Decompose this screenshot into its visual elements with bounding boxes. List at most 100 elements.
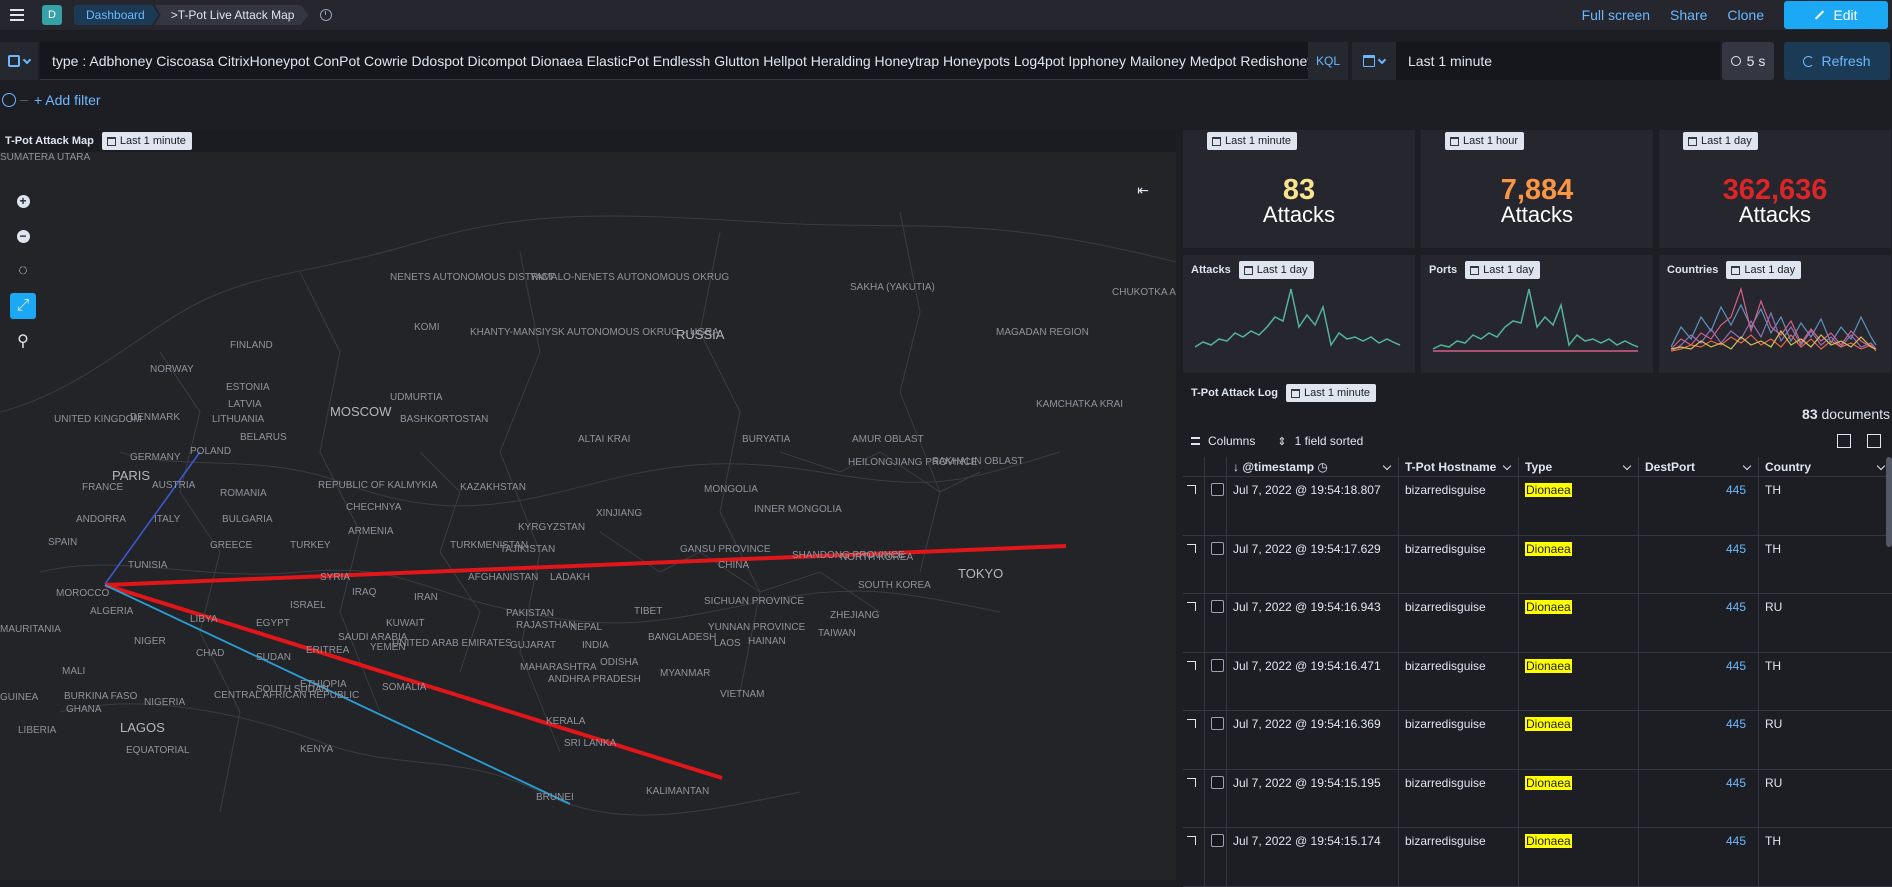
map-time-badge[interactable]: Last 1 minute	[101, 132, 192, 150]
expand-icon[interactable]	[1187, 719, 1196, 728]
expand-icon[interactable]	[1187, 660, 1196, 670]
locate-icon[interactable]: ◌	[10, 258, 36, 284]
row-checkbox[interactable]	[1211, 834, 1224, 847]
query-input[interactable]: type : Adbhoney Ciscoasa CitrixHoneypot …	[40, 42, 1308, 80]
column-header-destport[interactable]: DestPort	[1639, 457, 1759, 476]
metric-time-badge[interactable]: Last 1 minute	[1207, 132, 1298, 150]
tools-icon[interactable]: ⚲	[10, 328, 36, 354]
row-checkbox[interactable]	[1211, 775, 1224, 789]
metric-time-badge[interactable]: Last 1 day	[1683, 132, 1758, 150]
destport-cell: 445	[1639, 594, 1759, 652]
column-header-type[interactable]: Type	[1519, 457, 1639, 476]
spark-title: Attacks	[1191, 264, 1231, 276]
timestamp-cell: Jul 7, 2022 @ 19:54:15.195	[1227, 769, 1399, 827]
expand-icon[interactable]	[1187, 836, 1196, 845]
header-select-cell	[1205, 457, 1227, 476]
row-checkbox[interactable]	[1211, 600, 1224, 613]
density-icon[interactable]	[1837, 434, 1851, 448]
map-label: TAIWAN	[818, 628, 856, 639]
saved-query-button[interactable]	[0, 42, 38, 80]
filter-options-icon[interactable]	[2, 93, 16, 107]
map-label: SOUTH KOREA	[858, 580, 931, 591]
kql-toggle[interactable]: KQL	[1308, 42, 1348, 80]
table-row[interactable]: Jul 7, 2022 @ 19:54:17.629 bizarredisguis…	[1183, 535, 1892, 594]
row-checkbox[interactable]	[1211, 541, 1224, 555]
chevron-down-icon[interactable]	[1502, 461, 1512, 471]
destport-link[interactable]: 445	[1645, 483, 1758, 497]
destport-link[interactable]: 445	[1645, 834, 1758, 848]
map-label: SYRIA	[320, 572, 351, 583]
chevron-down-icon[interactable]	[1742, 461, 1752, 471]
row-checkbox[interactable]	[1211, 483, 1224, 496]
spark-badge-label: Last 1 day	[1483, 264, 1534, 276]
zoom-out-icon[interactable]: −	[10, 223, 36, 249]
table-row[interactable]: Jul 7, 2022 @ 19:54:16.943 bizarredisguis…	[1183, 594, 1892, 653]
spark-time-badge[interactable]: Last 1 day	[1238, 261, 1314, 279]
table-row[interactable]: Jul 7, 2022 @ 19:54:15.195 bizarredisguis…	[1183, 769, 1892, 828]
countries-sparkline[interactable]	[1671, 287, 1881, 357]
time-range-field[interactable]: Last 1 minute	[1396, 42, 1720, 80]
menu-icon[interactable]	[2, 0, 32, 30]
table-row[interactable]: Jul 7, 2022 @ 19:54:15.174 bizarredisguis…	[1183, 828, 1892, 887]
expand-row-cell	[1183, 477, 1205, 535]
clone-link[interactable]: Clone	[1727, 7, 1764, 23]
refresh-interval-badge[interactable]: 5 s	[1722, 42, 1774, 80]
edit-button[interactable]: Edit	[1784, 1, 1888, 29]
ports-sparkline[interactable]	[1433, 287, 1643, 357]
spark-time-badge[interactable]: Last 1 day	[1465, 261, 1540, 279]
recent-clock-icon[interactable]	[320, 9, 333, 21]
timestamp-cell: Jul 7, 2022 @ 19:54:18.807	[1227, 477, 1399, 535]
quick-date-button[interactable]	[1352, 42, 1396, 80]
add-filter-button[interactable]: + Add filter	[34, 92, 101, 108]
attacks-sparkline[interactable]	[1195, 287, 1405, 357]
destport-link[interactable]: 445	[1645, 600, 1758, 614]
destport-link[interactable]: 445	[1645, 659, 1758, 673]
table-row[interactable]: Jul 7, 2022 @ 19:54:16.369 bizarredisguis…	[1183, 711, 1892, 770]
expand-icon[interactable]	[1187, 485, 1196, 494]
country-cell: TH	[1765, 658, 1781, 673]
chevron-down-icon[interactable]	[1876, 461, 1886, 471]
columns-label: Columns	[1208, 434, 1256, 448]
map-label: NORTH KOREA	[840, 552, 914, 563]
map-label: KUWAIT	[386, 618, 425, 629]
world-map[interactable]: NENETS AUTONOMOUS DISTRICT YAMALO-NENETS …	[0, 152, 1176, 880]
row-checkbox[interactable]	[1211, 658, 1224, 672]
expand-icon[interactable]	[1187, 777, 1196, 787]
row-checkbox[interactable]	[1211, 717, 1224, 730]
zoom-in-icon[interactable]: +	[10, 188, 36, 214]
share-link[interactable]: Share	[1670, 7, 1707, 23]
fullscreen-grid-icon[interactable]	[1867, 434, 1881, 448]
expand-icon[interactable]	[1187, 602, 1196, 611]
destport-link[interactable]: 445	[1645, 717, 1758, 731]
spark-time-badge[interactable]: Last 1 day	[1726, 261, 1802, 279]
expand-icon[interactable]	[1187, 543, 1196, 553]
sort-button[interactable]: ⇕ 1 field sorted	[1277, 434, 1363, 448]
column-header-country[interactable]: Country	[1759, 457, 1892, 476]
column-header-hostname[interactable]: T-Pot Hostname	[1399, 457, 1519, 476]
destport-link[interactable]: 445	[1645, 542, 1758, 556]
legend-toggle-icon[interactable]: ⇤	[1130, 182, 1156, 202]
map-label: BURKINA FASO	[64, 691, 138, 702]
table-row[interactable]: Jul 7, 2022 @ 19:54:16.471 bizarredisguis…	[1183, 652, 1892, 711]
map-label: SICHUAN PROVINCE	[704, 596, 805, 607]
log-time-badge[interactable]: Last 1 minute	[1285, 384, 1377, 402]
chevron-down-icon[interactable]	[1622, 461, 1632, 471]
destport-link[interactable]: 445	[1645, 776, 1758, 790]
metric-time-badge[interactable]: Last 1 hour	[1445, 132, 1525, 150]
breadcrumb-dashboard[interactable]: Dashboard	[74, 5, 159, 25]
refresh-button[interactable]: Refresh	[1784, 42, 1890, 80]
chevron-down-icon[interactable]	[1382, 461, 1392, 471]
map-label: IRAN	[414, 592, 438, 603]
map-label: ANDHRA PRADESH	[548, 674, 641, 685]
select-row-cell	[1205, 477, 1227, 535]
draw-line-icon[interactable]: ⤢	[10, 293, 36, 319]
table-row[interactable]: Jul 7, 2022 @ 19:54:18.807 bizarredisguis…	[1183, 477, 1892, 536]
select-row-cell	[1205, 711, 1227, 769]
document-count: 83 documents	[1802, 406, 1890, 422]
fullscreen-link[interactable]: Full screen	[1582, 7, 1650, 23]
log-badge-label: Last 1 minute	[1303, 387, 1371, 399]
columns-button[interactable]: Columns	[1191, 434, 1255, 448]
grid-scrollbar[interactable]	[1886, 457, 1892, 547]
space-avatar[interactable]: D	[42, 5, 62, 25]
column-header-timestamp[interactable]: ↓ @timestamp ◷	[1227, 457, 1399, 476]
